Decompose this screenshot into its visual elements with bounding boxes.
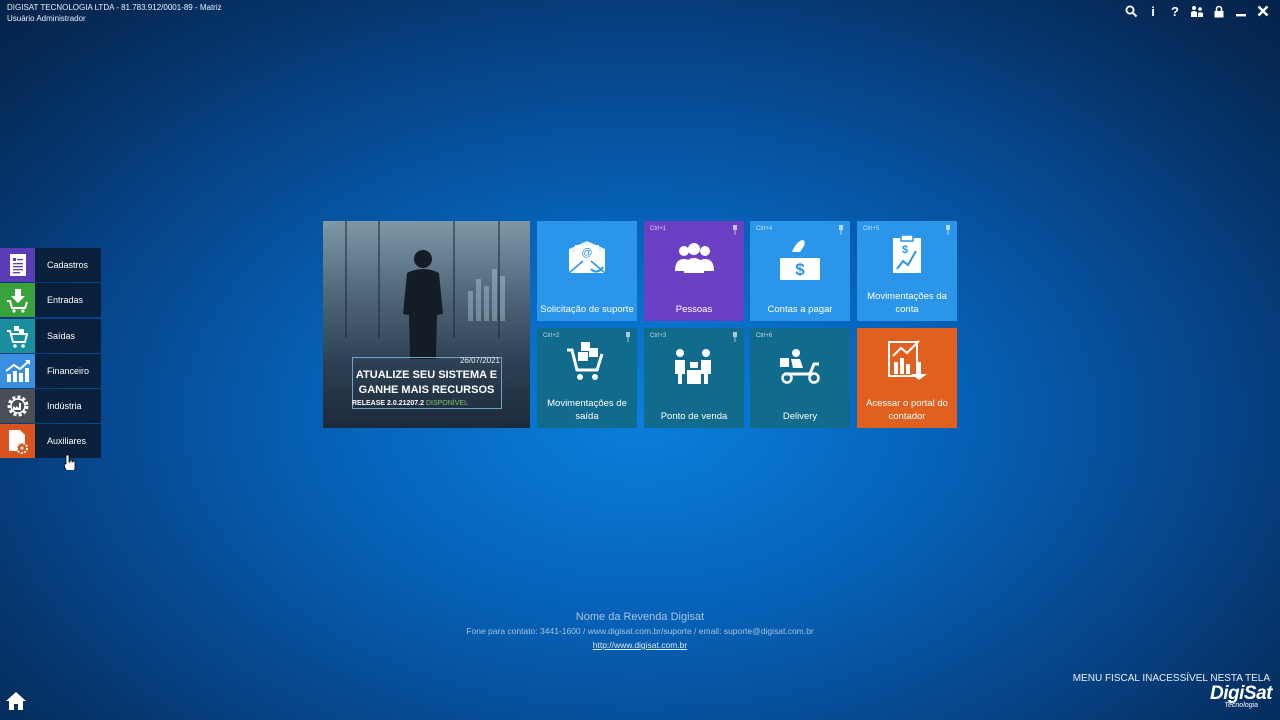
help-icon[interactable]: ? [1164, 2, 1186, 20]
close-icon[interactable] [1252, 2, 1274, 20]
website-link[interactable]: http://www.digisat.com.br [0, 640, 1280, 650]
cart-out-icon [0, 318, 35, 353]
businessman-silhouette [403, 250, 443, 359]
svg-text:$: $ [902, 244, 908, 256]
company-name: DIGISAT TECNOLOGIA LTDA - 81.783.912/000… [7, 3, 222, 12]
menu-item-financeiro[interactable]: Financeiro [0, 353, 101, 388]
menu-label: Financeiro [47, 365, 90, 376]
menu-label: Auxiliares [47, 436, 87, 447]
tile-ponto-de-venda[interactable]: Ctrl+3 Ponto de venda [644, 328, 744, 428]
bar-graphic-icon [468, 269, 505, 321]
side-menu: Cadastros Entradas Saídas Financeiro Ind… [0, 248, 101, 460]
menu-label: Saídas [47, 330, 76, 341]
release-number: RELEASE 2.0.21207.2 [352, 400, 424, 407]
cart-boxes-icon [537, 338, 637, 382]
menu-label: Entradas [47, 295, 84, 306]
shortcut-label: Ctrl+5 [863, 226, 880, 232]
pin-icon[interactable] [732, 225, 738, 235]
shortcut-label: Ctrl+3 [650, 333, 667, 339]
tile-movimentacoes-saida[interactable]: Ctrl+2 Movimentações de saída [537, 328, 637, 428]
minimize-icon[interactable] [1230, 2, 1252, 20]
pay-hand-icon: $ [750, 238, 850, 282]
document-list-icon [0, 248, 35, 282]
tile-label: Delivery [782, 411, 818, 422]
tile-label: Acessar o portal do contador [866, 398, 948, 422]
contact-info: Fone para contato: 3441-1600 / www.digis… [466, 626, 814, 636]
home-icon[interactable] [5, 690, 27, 717]
logo-brand: DigiSat [1210, 683, 1272, 704]
tile-delivery[interactable]: Ctrl+6 Delivery [750, 328, 850, 428]
tile-label: Movimentações de saída [547, 398, 627, 422]
account-chart-icon: $ [857, 233, 957, 275]
headline-line-1: ATUALIZE SEU SISTEMA E [355, 369, 498, 381]
menu-item-cadastros[interactable]: Cadastros [0, 248, 101, 282]
user-name: Usuário Administrador [7, 14, 86, 23]
tile-solicitacao-suporte[interactable]: @ Solicitação de suporte [537, 221, 637, 321]
release-status: DISPONÍVEL [425, 400, 468, 407]
window-frame [378, 221, 380, 338]
shortcut-label: Ctrl+1 [650, 226, 667, 232]
cart-in-icon [0, 283, 35, 318]
tile-portal-contador[interactable]: Acessar o portal do contador [857, 328, 957, 428]
window-frame [453, 221, 455, 338]
email-support-icon: @ [537, 239, 637, 277]
company-info: DIGISAT TECNOLOGIA LTDA - 81.783.912/000… [7, 2, 222, 24]
people-icon [644, 243, 744, 273]
chart-up-icon [0, 353, 35, 388]
window-toolbar: i ? [1120, 2, 1274, 20]
menu-item-auxiliares[interactable]: Auxiliares [0, 424, 101, 459]
release-banner[interactable]: 26/07/2021 ATUALIZE SEU SISTEMA E GANHE … [323, 221, 530, 428]
search-icon[interactable] [1120, 2, 1142, 20]
shortcut-label: Ctrl+4 [756, 226, 773, 232]
tile-movimentacoes-conta[interactable]: Ctrl+5 $ Movimentações da conta [857, 221, 957, 321]
info-icon[interactable]: i [1142, 2, 1164, 20]
tile-label: Movimentações da conta [867, 291, 947, 315]
lock-icon[interactable] [1208, 2, 1230, 20]
menu-label: Cadastros [47, 260, 89, 270]
svg-text:@: @ [581, 247, 592, 259]
tile-label: Contas a pagar [767, 304, 833, 315]
menu-label: Indústria [47, 401, 82, 412]
headline-line-2: GANHE MAIS RECURSOS [358, 384, 495, 396]
tile-label: Pessoas [675, 304, 713, 315]
document-gear-icon [0, 424, 35, 459]
window-frame [345, 221, 347, 338]
tile-label: Solicitação de suporte [540, 304, 634, 315]
gear-factory-icon [0, 389, 35, 424]
users-icon[interactable] [1186, 2, 1208, 20]
digisat-logo: DigiSat Tecnologia [1210, 683, 1272, 710]
pin-icon[interactable] [732, 332, 738, 342]
tile-label: Ponto de venda [660, 411, 728, 422]
banner-headline: ATUALIZE SEU SISTEMA E GANHE MAIS RECURS… [323, 368, 530, 398]
menu-item-saidas[interactable]: Saídas [0, 318, 101, 353]
menu-item-industria[interactable]: Indústria [0, 389, 101, 424]
reseller-name: Nome da Revenda Digisat [575, 611, 705, 623]
tile-pessoas[interactable]: Ctrl+1 Pessoas [644, 221, 744, 321]
banner-date: 26/07/2021 [459, 356, 500, 365]
delivery-scooter-icon [750, 348, 850, 384]
accountant-portal-icon [857, 338, 957, 380]
point-of-sale-icon [644, 348, 744, 386]
menu-item-entradas[interactable]: Entradas [0, 283, 101, 318]
shortcut-label: Ctrl+6 [756, 333, 773, 339]
svg-text:$: $ [795, 260, 805, 279]
pin-icon[interactable] [838, 225, 844, 235]
hand-cursor-icon [64, 454, 76, 470]
release-version: RELEASE 2.0.21207.2 DISPONÍVEL [352, 400, 468, 407]
tile-contas-a-pagar[interactable]: Ctrl+4 $ Contas a pagar [750, 221, 850, 321]
